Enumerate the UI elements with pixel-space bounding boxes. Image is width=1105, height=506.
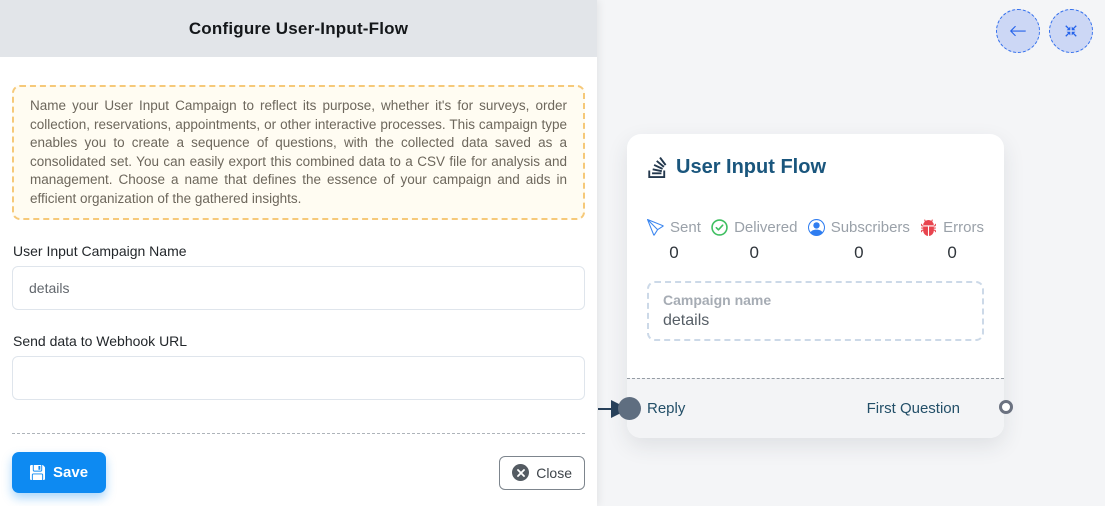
arrow-left-icon <box>1009 22 1027 40</box>
save-button-label: Save <box>53 464 88 481</box>
compress-icon <box>1063 23 1079 39</box>
divider <box>12 433 585 434</box>
info-box: Name your User Input Campaign to reflect… <box>12 85 585 220</box>
webhook-url-label: Send data to Webhook URL <box>13 333 585 349</box>
back-button[interactable] <box>996 9 1040 53</box>
app-root: Configure User-Input-Flow Name your User… <box>0 0 1105 506</box>
person-circle-icon <box>808 219 825 236</box>
stat-value: 0 <box>947 243 956 263</box>
stat-label: Errors <box>943 219 984 236</box>
stat-value: 0 <box>669 243 678 263</box>
webhook-url-input[interactable] <box>12 356 585 400</box>
campaign-field-label: Campaign name <box>663 292 968 308</box>
stat-value: 0 <box>750 243 759 263</box>
flow-canvas[interactable]: User Input Flow Sent 0 <box>597 0 1105 506</box>
node-body: User Input Flow Sent 0 <box>627 134 1004 341</box>
actions-row: Save Close <box>12 452 585 493</box>
panel-body: Name your User Input Campaign to reflect… <box>0 57 597 506</box>
panel-title: Configure User-Input-Flow <box>189 19 408 39</box>
configure-panel: Configure User-Input-Flow Name your User… <box>0 0 597 506</box>
first-question-port[interactable] <box>999 400 1013 414</box>
stat-label: Delivered <box>734 219 797 236</box>
send-icon <box>647 219 664 236</box>
bug-icon <box>920 219 937 236</box>
save-icon <box>30 465 45 480</box>
close-button-label: Close <box>536 465 572 481</box>
node-footer: Reply First Question <box>627 378 1004 438</box>
reply-port[interactable] <box>618 397 641 420</box>
stat-subscribers: Subscribers 0 <box>808 219 910 263</box>
stack-icon <box>647 157 668 178</box>
user-input-flow-node[interactable]: User Input Flow Sent 0 <box>627 134 1004 438</box>
reply-port-label: Reply <box>647 400 685 417</box>
stats-row: Sent 0 Delivered <box>647 219 984 263</box>
campaign-name-display[interactable]: Campaign name details <box>647 281 984 341</box>
node-title: User Input Flow <box>676 156 826 179</box>
info-text: Name your User Input Campaign to reflect… <box>30 97 567 208</box>
check-circle-icon <box>711 219 728 236</box>
campaign-name-label: User Input Campaign Name <box>13 243 585 259</box>
close-button[interactable]: Close <box>499 456 585 490</box>
stat-label: Subscribers <box>831 219 910 236</box>
stat-label: Sent <box>670 219 701 236</box>
first-question-label: First Question <box>867 400 960 417</box>
stat-delivered: Delivered 0 <box>711 219 797 263</box>
node-title-row: User Input Flow <box>647 156 984 179</box>
stat-sent: Sent 0 <box>647 219 701 263</box>
close-icon <box>512 464 529 481</box>
stat-value: 0 <box>854 243 863 263</box>
campaign-field-value: details <box>663 312 968 330</box>
campaign-name-input[interactable] <box>12 266 585 310</box>
fit-view-button[interactable] <box>1049 9 1093 53</box>
panel-header: Configure User-Input-Flow <box>0 0 597 57</box>
stat-errors: Errors 0 <box>920 219 984 263</box>
save-button[interactable]: Save <box>12 452 106 493</box>
